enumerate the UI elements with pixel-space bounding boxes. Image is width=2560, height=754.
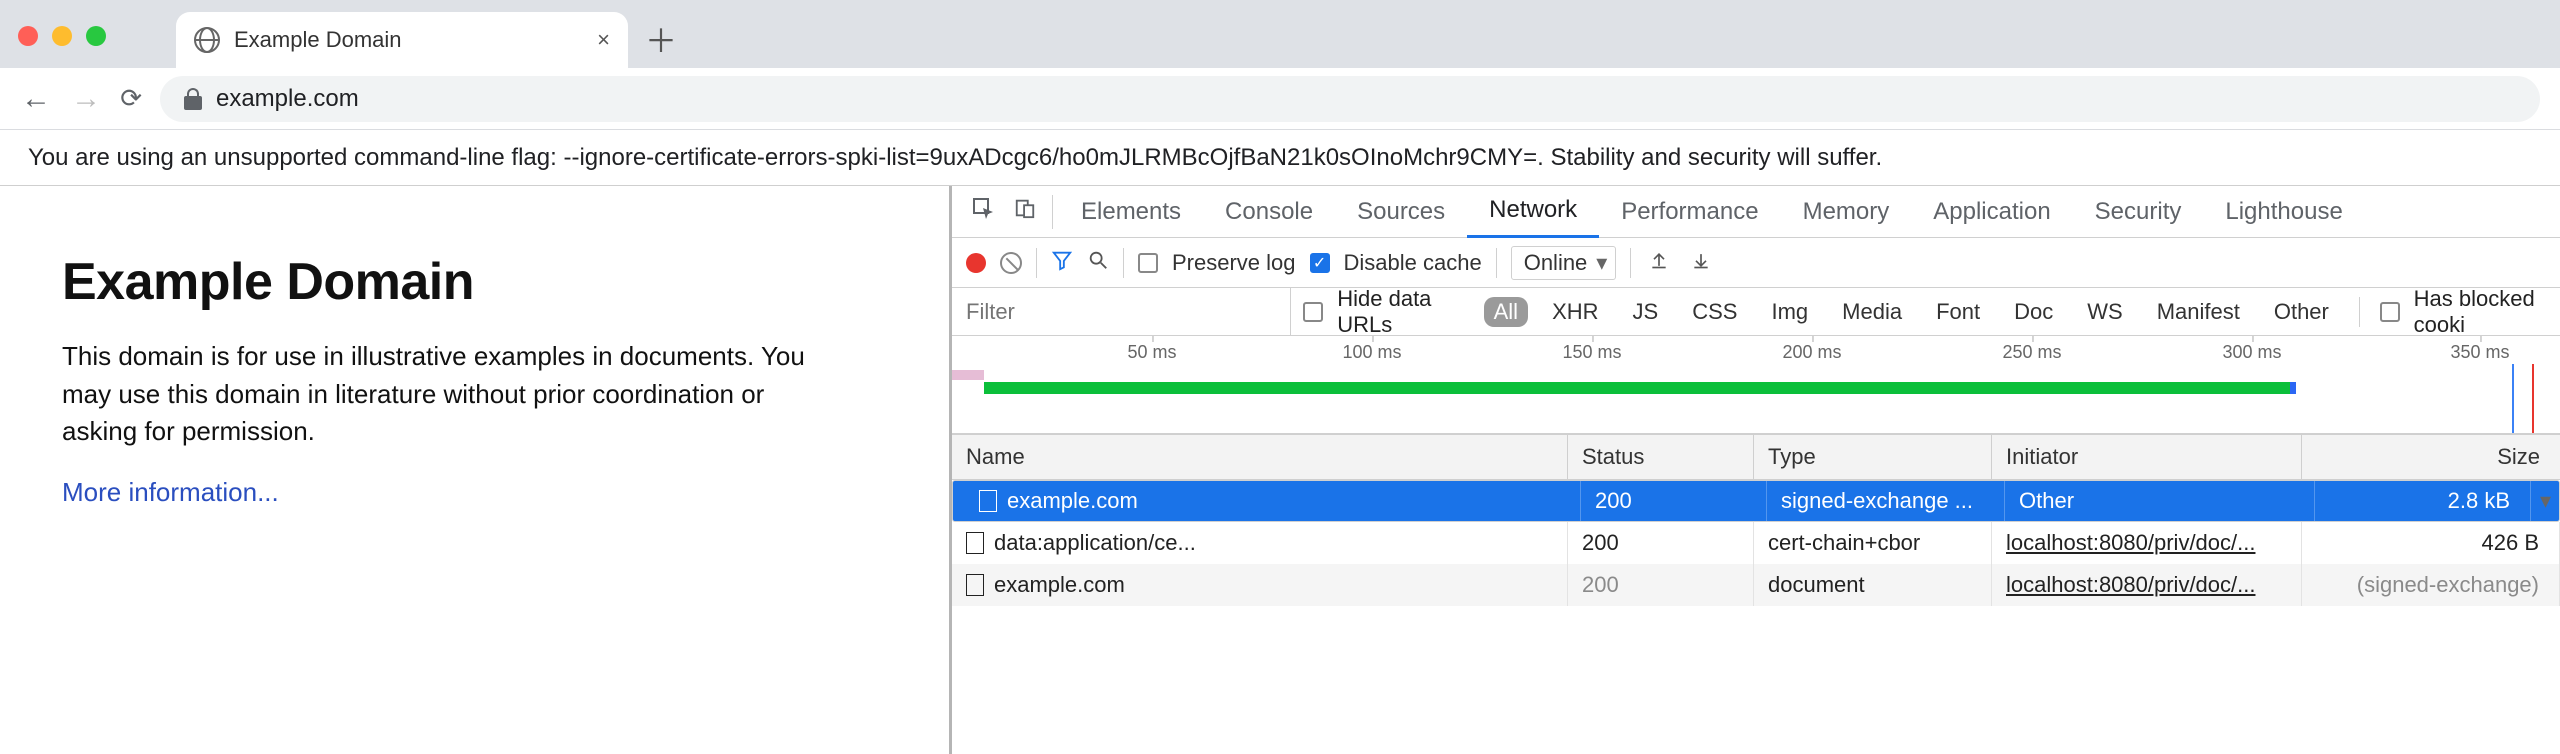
network-row[interactable]: example.com200documentlocalhost:8080/pri… bbox=[952, 564, 2560, 606]
col-status[interactable]: Status bbox=[1568, 435, 1754, 479]
devtools-panel: ElementsConsoleSourcesNetworkPerformance… bbox=[952, 186, 2560, 754]
filter-type-all[interactable]: All bbox=[1484, 297, 1528, 327]
network-row[interactable]: data:application/ce...200cert-chain+cbor… bbox=[952, 522, 2560, 564]
devtools-tab-application[interactable]: Application bbox=[1911, 186, 2072, 238]
file-icon bbox=[966, 532, 984, 554]
file-icon bbox=[979, 490, 997, 512]
devtools-tab-network[interactable]: Network bbox=[1467, 186, 1599, 238]
search-icon[interactable] bbox=[1087, 249, 1109, 277]
devtools-tab-sources[interactable]: Sources bbox=[1335, 186, 1467, 238]
filter-type-manifest[interactable]: Manifest bbox=[2147, 297, 2250, 327]
filter-type-css[interactable]: CSS bbox=[1682, 297, 1747, 327]
col-initiator[interactable]: Initiator bbox=[1992, 435, 2302, 479]
page-heading: Example Domain bbox=[62, 252, 905, 312]
filter-type-font[interactable]: Font bbox=[1926, 297, 1990, 327]
omnibox[interactable]: example.com bbox=[160, 76, 2540, 122]
timeline-tick: 250 ms bbox=[2002, 342, 2061, 363]
back-button[interactable]: ← bbox=[20, 82, 52, 116]
infobar-warning: You are using an unsupported command-lin… bbox=[0, 130, 2560, 186]
window-controls bbox=[18, 26, 106, 46]
filter-type-img[interactable]: Img bbox=[1761, 297, 1818, 327]
disable-cache-label: Disable cache bbox=[1344, 250, 1482, 276]
record-button[interactable] bbox=[966, 253, 986, 273]
forward-button[interactable]: → bbox=[70, 82, 102, 116]
globe-icon bbox=[194, 27, 220, 53]
filter-type-xhr[interactable]: XHR bbox=[1542, 297, 1608, 327]
filter-type-js[interactable]: JS bbox=[1623, 297, 1669, 327]
page-link[interactable]: More information... bbox=[62, 477, 279, 507]
timeline-tick: 300 ms bbox=[2222, 342, 2281, 363]
devtools-tab-memory[interactable]: Memory bbox=[1781, 186, 1912, 238]
disable-cache-checkbox[interactable]: ✓ bbox=[1310, 253, 1330, 273]
filter-toggle-icon[interactable] bbox=[1051, 249, 1073, 277]
preserve-log-label: Preserve log bbox=[1172, 250, 1296, 276]
network-timeline[interactable]: 50 ms 100 ms 150 ms 200 ms 250 ms 300 ms 350 m… bbox=[952, 336, 2560, 434]
timeline-tick: 50 ms bbox=[1127, 342, 1176, 363]
timeline-tick: 350 ms bbox=[2450, 342, 2509, 363]
reload-button[interactable]: ⟳ bbox=[120, 83, 142, 114]
file-icon bbox=[966, 574, 984, 596]
network-toolbar: Preserve log ✓ Disable cache Online bbox=[952, 238, 2560, 288]
filter-type-doc[interactable]: Doc bbox=[2004, 297, 2063, 327]
filter-type-other[interactable]: Other bbox=[2264, 297, 2339, 327]
filter-type-media[interactable]: Media bbox=[1832, 297, 1912, 327]
timeline-tick: 200 ms bbox=[1782, 342, 1841, 363]
has-blocked-cookies-checkbox[interactable] bbox=[2380, 302, 2400, 322]
address-bar: ← → ⟳ example.com bbox=[0, 68, 2560, 130]
clear-button[interactable] bbox=[1000, 252, 1022, 274]
page-viewport: Example Domain This domain is for use in… bbox=[0, 186, 952, 754]
close-window-icon[interactable] bbox=[18, 26, 38, 46]
new-tab-button[interactable]: ＋ bbox=[636, 14, 686, 64]
throttling-select[interactable]: Online bbox=[1511, 246, 1617, 280]
minimize-window-icon[interactable] bbox=[52, 26, 72, 46]
devtools-tab-lighthouse[interactable]: Lighthouse bbox=[2203, 186, 2364, 238]
hide-data-urls-checkbox[interactable] bbox=[1303, 302, 1323, 322]
devtools-tab-elements[interactable]: Elements bbox=[1059, 186, 1203, 238]
filter-type-ws[interactable]: WS bbox=[2077, 297, 2132, 327]
upload-har-icon[interactable] bbox=[1645, 250, 1673, 276]
page-paragraph: This domain is for use in illustrative e… bbox=[62, 338, 842, 451]
browser-tab-strip: Example Domain × ＋ bbox=[0, 0, 2560, 68]
device-toggle-icon[interactable] bbox=[1004, 197, 1046, 226]
tab-title: Example Domain bbox=[234, 27, 583, 53]
col-size[interactable]: Size bbox=[2302, 435, 2560, 479]
col-name[interactable]: Name bbox=[952, 435, 1568, 479]
timeline-tick: 100 ms bbox=[1342, 342, 1401, 363]
filter-input[interactable] bbox=[952, 288, 1291, 336]
close-tab-icon[interactable]: × bbox=[597, 27, 610, 53]
download-har-icon[interactable] bbox=[1687, 250, 1715, 276]
browser-tab[interactable]: Example Domain × bbox=[176, 12, 628, 68]
devtools-tab-console[interactable]: Console bbox=[1203, 186, 1335, 238]
devtools-tabs: ElementsConsoleSourcesNetworkPerformance… bbox=[952, 186, 2560, 238]
network-row[interactable]: example.com200signed-exchange ...Other2.… bbox=[952, 480, 2560, 522]
has-blocked-cookies-label: Has blocked cooki bbox=[2414, 286, 2548, 338]
devtools-tab-performance[interactable]: Performance bbox=[1599, 186, 1780, 238]
fullscreen-window-icon[interactable] bbox=[86, 26, 106, 46]
network-filter-bar: Hide data URLs All XHR JS CSS Img Media Font Do… bbox=[952, 288, 2560, 336]
devtools-tab-security[interactable]: Security bbox=[2073, 186, 2204, 238]
timeline-tick: 150 ms bbox=[1562, 342, 1621, 363]
lock-icon bbox=[184, 88, 202, 110]
preserve-log-checkbox[interactable] bbox=[1138, 253, 1158, 273]
col-type[interactable]: Type bbox=[1754, 435, 1992, 479]
hide-data-urls-label: Hide data URLs bbox=[1337, 286, 1454, 338]
network-table-header: Name Status Type Initiator Size bbox=[952, 434, 2560, 480]
url-text: example.com bbox=[216, 85, 359, 113]
inspect-icon[interactable] bbox=[962, 196, 1004, 227]
